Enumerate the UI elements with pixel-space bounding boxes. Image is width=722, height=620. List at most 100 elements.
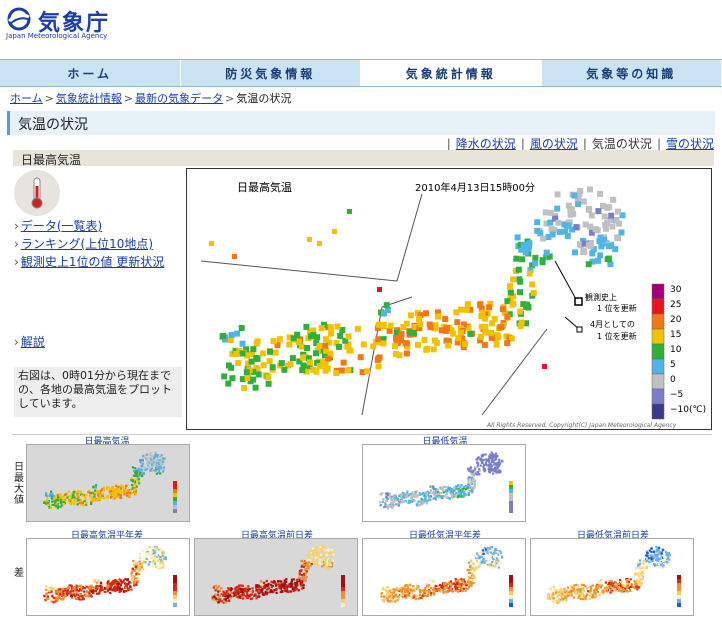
thumb-max-temp[interactable] [26, 444, 190, 522]
station-marker [163, 557, 166, 560]
station-marker [444, 590, 447, 593]
thumb-min-temp[interactable] [362, 444, 526, 522]
station-marker [375, 336, 382, 343]
station-marker [400, 493, 403, 497]
nav-tab-knowledge[interactable]: 気象等の知識 [541, 60, 722, 86]
station-marker [468, 476, 471, 479]
station-marker [493, 458, 496, 462]
station-marker [585, 593, 588, 596]
station-marker [415, 341, 421, 348]
jma-logo[interactable]: 気象庁 Japan Meteorological Agency [4, 3, 204, 43]
explanation-link[interactable]: 解説 [14, 333, 45, 350]
station-marker [606, 243, 612, 250]
nav-tab-statistics[interactable]: 気象統計情報 [361, 60, 542, 86]
station-marker [156, 469, 159, 472]
scale-label: 15 [670, 330, 681, 340]
station-marker [340, 359, 347, 366]
station-marker [386, 492, 389, 495]
station-marker [579, 588, 583, 591]
station-marker [79, 584, 82, 587]
station-marker [454, 319, 461, 326]
station-marker [228, 332, 235, 339]
nav-tab-home[interactable]: ホーム [0, 60, 181, 86]
station-marker [364, 368, 371, 375]
station-marker [131, 466, 134, 469]
station-marker [307, 558, 310, 561]
station-marker [147, 465, 150, 468]
station-marker [143, 466, 146, 469]
station-marker [135, 583, 138, 586]
side-link-data-table[interactable]: データ(一覧表) [14, 217, 164, 235]
thumb-min-prev-diff[interactable] [530, 538, 694, 616]
side-link-ranking[interactable]: ランキング(上位10地点) [14, 235, 164, 253]
station-marker [393, 351, 400, 358]
side-links: データ(一覧表) ランキング(上位10地点) 観測史上1位の値 更新状況 [14, 217, 164, 271]
station-marker [588, 598, 591, 601]
station-marker [283, 582, 287, 585]
station-marker [136, 576, 139, 580]
station-marker [390, 600, 393, 603]
station-marker [314, 556, 317, 560]
temperature-map[interactable]: 日最高気温 2010年4月13日15時00分 観測史上 1 位を更新 4月として… [186, 168, 712, 430]
scale-label: 30 [670, 285, 682, 295]
station-marker [445, 585, 448, 588]
station-marker [385, 593, 388, 597]
station-marker [486, 552, 489, 555]
station-marker [161, 468, 164, 471]
station-marker [382, 598, 385, 601]
station-marker [507, 283, 513, 290]
station-marker [75, 591, 78, 594]
station-marker [320, 553, 323, 556]
breadcrumb-home[interactable]: ホーム [10, 92, 43, 105]
station-marker [638, 559, 642, 562]
station-marker [96, 587, 99, 591]
station-marker [390, 596, 393, 599]
station-marker [303, 323, 310, 330]
station-marker [117, 486, 120, 489]
breadcrumb-latest-data[interactable]: 最新の気象データ [135, 92, 223, 105]
thumb-min-normal-diff[interactable] [362, 538, 526, 616]
breadcrumb-statistics[interactable]: 気象統計情報 [56, 92, 122, 105]
station-marker [426, 499, 429, 502]
station-marker [486, 547, 489, 550]
side-link-record[interactable]: 観測史上1位の値 更新状況 [14, 253, 164, 271]
station-marker [298, 579, 301, 582]
station-marker [391, 343, 398, 350]
station-marker [464, 301, 471, 308]
station-marker [550, 589, 553, 592]
station-marker [148, 461, 151, 464]
subnav-rain[interactable]: 降水の状況 [456, 137, 516, 151]
station-marker [655, 545, 658, 548]
station-marker [656, 554, 659, 557]
station-marker [265, 579, 268, 583]
station-marker [153, 462, 156, 465]
station-marker [514, 234, 521, 241]
station-marker [122, 590, 126, 593]
station-marker [461, 588, 464, 591]
station-marker [93, 579, 96, 582]
station-marker [418, 593, 421, 596]
station-marker [639, 583, 642, 586]
station-marker [289, 590, 293, 593]
station-marker [277, 583, 280, 586]
station-marker [554, 601, 557, 604]
subnav-snow[interactable]: 雪の状況 [666, 137, 714, 151]
station-marker [482, 561, 485, 564]
subnav-wind[interactable]: 風の状況 [530, 137, 578, 151]
thumb-max-prev-diff[interactable] [194, 538, 358, 616]
station-marker [491, 316, 498, 322]
station-marker [322, 554, 325, 557]
station-marker [140, 465, 143, 468]
station-marker [589, 585, 592, 588]
station-marker [647, 557, 650, 560]
nav-tab-disaster[interactable]: 防災気象情報 [180, 60, 361, 86]
station-marker [606, 204, 613, 211]
station-marker [404, 593, 407, 596]
station-marker [239, 596, 242, 599]
station-marker [556, 228, 563, 235]
station-marker [45, 588, 48, 591]
station-marker [95, 499, 98, 502]
thumb-max-normal-diff[interactable] [26, 538, 190, 616]
station-marker [235, 359, 242, 366]
station-marker [301, 582, 304, 585]
